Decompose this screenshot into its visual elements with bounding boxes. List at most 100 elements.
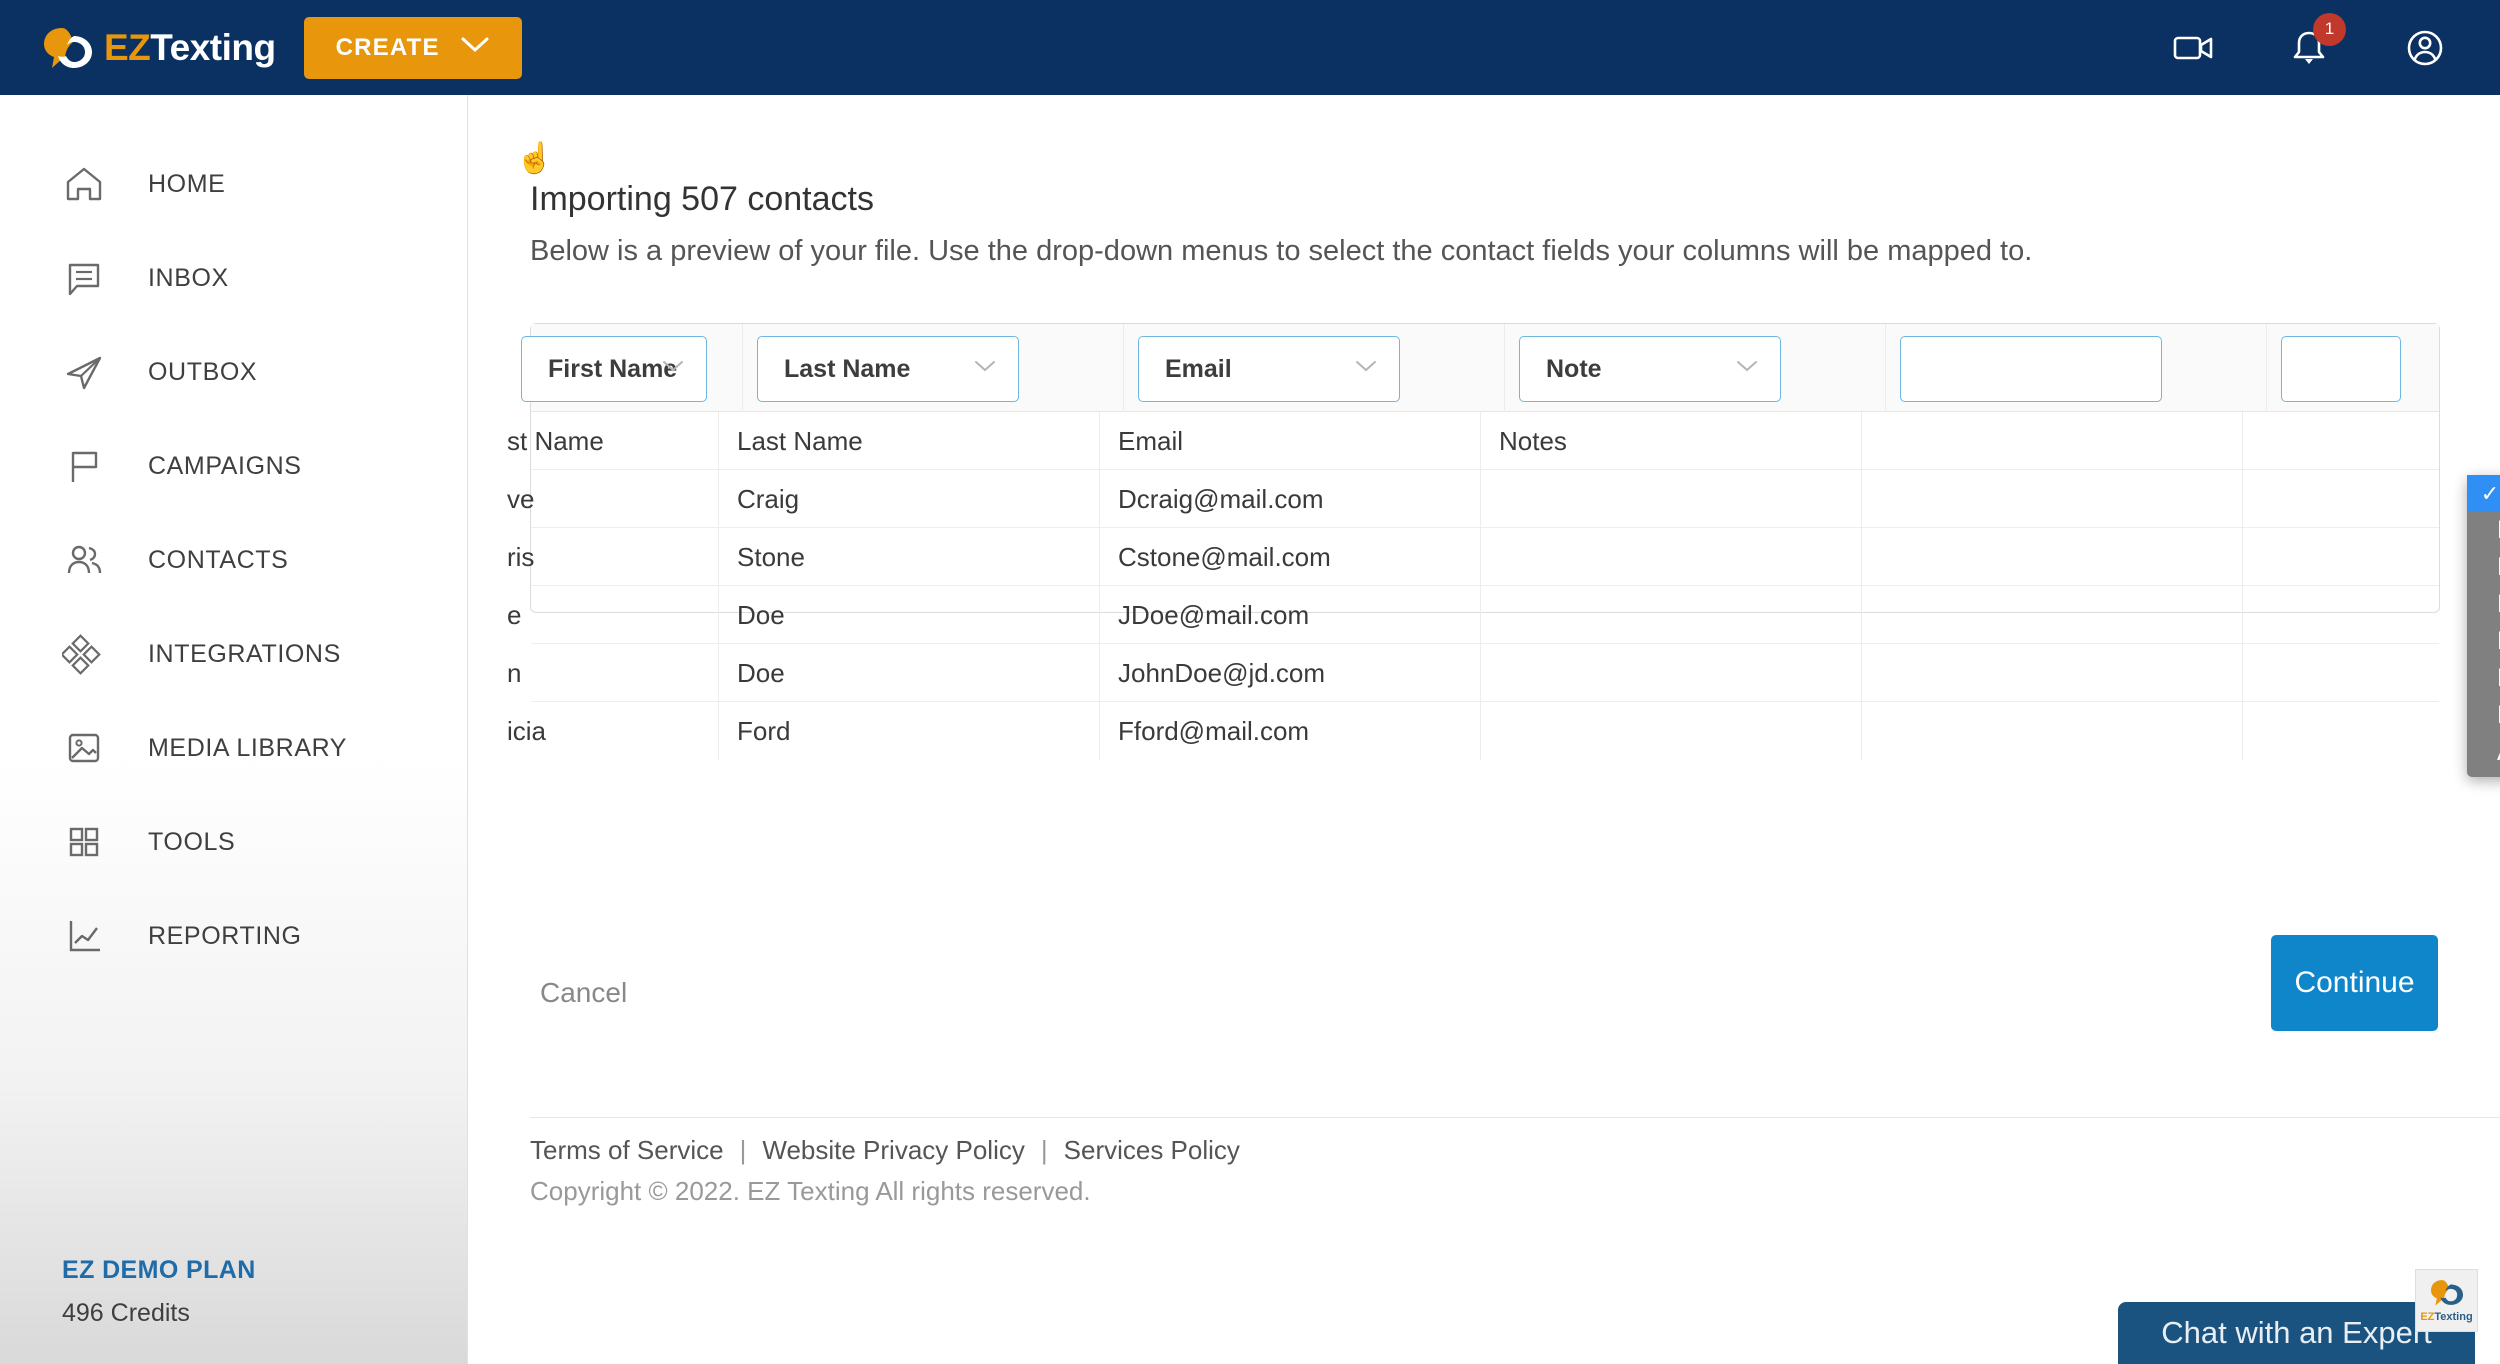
dropdown-option[interactable]: ✓-- (2467, 475, 2500, 512)
table-header-cell: Email (1124, 324, 1505, 412)
dropdown-option[interactable]: Birthday (2467, 697, 2500, 734)
sidebar-item-campaigns[interactable]: CAMPAIGNS (0, 419, 467, 513)
user-account-icon[interactable] (2402, 25, 2448, 71)
sidebar-item-label: INTEGRATIONS (148, 639, 341, 668)
table-cell (1862, 702, 2243, 760)
plan-credits: 496 Credits (62, 1299, 190, 1327)
field-mapping-select-4[interactable]: Note (1519, 336, 1781, 402)
chevron-down-icon (974, 360, 996, 378)
field-mapping-dropdown-menu[interactable]: ✓--Phone NumberFirst NameLast NameEmailN… (2467, 475, 2500, 777)
footer-link-services-policy[interactable]: Services Policy (1064, 1135, 1240, 1166)
field-mapping-select-value: Last Name (784, 354, 911, 383)
table-cell: Doe (719, 586, 1100, 644)
table-cell: Notes (1481, 412, 1862, 470)
sidebar-item-media-library[interactable]: MEDIA LIBRARY (0, 701, 467, 795)
table-cell (1481, 702, 1862, 760)
brand-ez-text: EZ (104, 26, 151, 68)
table-row: st Name Last Name Email Notes (507, 412, 2439, 470)
dropdown-option[interactable]: First Name (2467, 549, 2500, 586)
field-mapping-select-value: Note (1546, 354, 1602, 383)
table-cell (1862, 644, 2243, 702)
cancel-button[interactable]: Cancel (540, 977, 627, 1009)
table-cell: Fford@mail.com (1100, 702, 1481, 760)
footer-link-website-privacy-policy[interactable]: Website Privacy Policy (762, 1135, 1025, 1166)
chevron-down-icon (460, 36, 490, 59)
mouse-cursor-icon: ☝ (516, 142, 554, 175)
table-cell: Craig (719, 470, 1100, 528)
chevron-down-icon (1736, 360, 1758, 378)
sidebar-item-label: CAMPAIGNS (148, 451, 302, 480)
sidebar-item-label: HOME (148, 169, 226, 198)
dropdown-option[interactable]: Phone Number (2467, 512, 2500, 549)
sidebar-item-inbox[interactable]: INBOX (0, 231, 467, 325)
field-mapping-select-6[interactable] (2281, 336, 2401, 402)
sidebar-nav: HOME INBOX OUTBOX CAMPAIGNS CONTACTS INT… (0, 95, 467, 983)
field-mapping-select-2[interactable]: Last Name (757, 336, 1019, 402)
create-button-label: CREATE (335, 33, 440, 61)
table-cell: Dcraig@mail.com (1100, 470, 1481, 528)
people-icon (62, 538, 106, 582)
table-cell: JohnDoe@jd.com (1100, 644, 1481, 702)
table-cell (1481, 644, 1862, 702)
sidebar-item-home[interactable]: HOME (0, 137, 467, 231)
footer-links: Terms of Service | Website Privacy Polic… (530, 1135, 2500, 1166)
line-chart-icon (62, 914, 106, 958)
dropdown-option[interactable]: Add Contact Field (2467, 734, 2500, 771)
table-cell (1862, 470, 2243, 528)
sidebar-item-contacts[interactable]: CONTACTS (0, 513, 467, 607)
table-cell (2243, 644, 2416, 702)
home-icon (62, 162, 106, 206)
inbox-chat-icon (62, 256, 106, 300)
sidebar-item-tools[interactable]: TOOLS (0, 795, 467, 889)
table-cell: icia (507, 702, 719, 760)
sidebar-item-label: REPORTING (148, 921, 302, 950)
sidebar-item-integrations[interactable]: INTEGRATIONS (0, 607, 467, 701)
table-cell (1862, 586, 2243, 644)
dropdown-option[interactable]: Last Name (2467, 586, 2500, 623)
table-cell: n (507, 644, 719, 702)
sidebar-item-label: MEDIA LIBRARY (148, 733, 348, 762)
field-mapping-select-value: First Name (548, 354, 678, 383)
bell-icon[interactable]: 1 (2286, 12, 2346, 71)
chat-button-label: Chat with an Expert (2161, 1315, 2432, 1350)
chevron-down-icon (1355, 360, 1377, 378)
table-row: ve Craig Dcraig@mail.com (507, 470, 2439, 528)
chat-logo-ez: EZ (2420, 1311, 2435, 1323)
chat-logo-wordmark: EZTexting (2420, 1312, 2472, 1323)
continue-button[interactable]: Continue (2271, 935, 2438, 1031)
brand-rest-text: Texting (150, 26, 276, 68)
table-cell (2243, 528, 2416, 586)
table-row: ris Stone Cstone@mail.com (507, 528, 2439, 586)
dropdown-option[interactable]: Email (2467, 623, 2500, 660)
table-cell: Cstone@mail.com (1100, 528, 1481, 586)
plan-name[interactable]: EZ DEMO PLAN (62, 1256, 256, 1285)
flag-icon (62, 444, 106, 488)
field-mapping-select-5[interactable] (1900, 336, 2162, 402)
eztexting-logo-icon (40, 22, 96, 74)
table-cell (1481, 470, 1862, 528)
video-camera-icon[interactable] (2170, 25, 2216, 71)
field-mapping-select-1[interactable]: First Name (521, 336, 707, 402)
dropdown-option[interactable]: Note (2467, 660, 2500, 697)
image-icon (62, 726, 106, 770)
footer-link-terms-of-service[interactable]: Terms of Service (530, 1135, 724, 1166)
field-mapping-select-3[interactable]: Email (1138, 336, 1400, 402)
diamonds-icon (60, 632, 106, 676)
table-header-cell (1886, 324, 2267, 412)
brand-logo-area[interactable]: EZTexting (40, 22, 276, 74)
table-row: icia Ford Fford@mail.com (507, 702, 2439, 760)
table-cell: Stone (719, 528, 1100, 586)
table-cell: ris (507, 528, 719, 586)
table-cell: st Name (507, 412, 719, 470)
sidebar-item-reporting[interactable]: REPORTING (0, 889, 467, 983)
sidebar-item-outbox[interactable]: OUTBOX (0, 325, 467, 419)
table-header-cell: First Name (521, 324, 743, 412)
page-title: Importing 507 contacts (530, 180, 874, 218)
page-subtitle: Below is a preview of your file. Use the… (530, 235, 2033, 267)
field-mapping-select-value: Email (1165, 354, 1232, 383)
table-row: n Doe JohnDoe@jd.com (507, 644, 2439, 702)
create-button[interactable]: CREATE (303, 16, 522, 79)
table-cell: ve (507, 470, 719, 528)
paper-plane-icon (62, 350, 106, 394)
table-cell (2243, 412, 2416, 470)
